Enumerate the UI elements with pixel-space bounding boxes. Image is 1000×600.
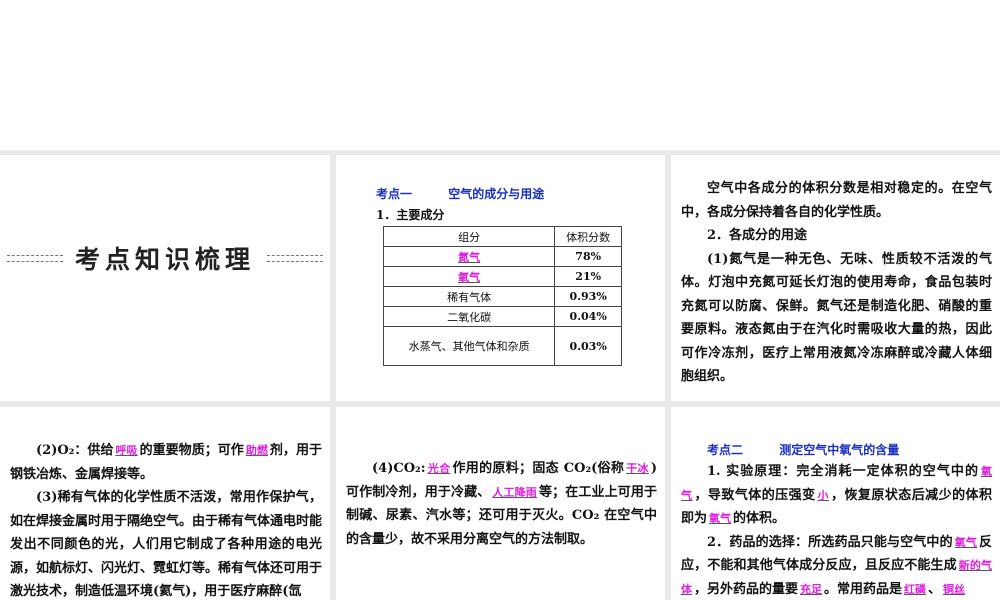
fill-blank-answer: 氧气 [954, 535, 977, 549]
paragraph: 2．各成分的用途 [681, 224, 992, 248]
cell-component: 水蒸气、其他气体和杂质 [382, 326, 556, 366]
cell-component: 氮气 [382, 246, 556, 267]
text-run: 、 [928, 581, 942, 597]
paragraph: 1. 实验原理：完全消耗一定体积的空气中的 氧气 ，导致气体的压强变小，恢复原状态后… [681, 460, 992, 531]
paragraph: 空气中各成分的体积分数是相对稳定的。在空气中，各成分保持着各自的化学性质。 [681, 177, 992, 224]
paragraph: (3)稀有气体的化学性质不活泼，常用作保护气，如在焊接金属时用于隔绝空气。由于稀… [10, 486, 322, 600]
section-title: 考点知识梳理 [74, 245, 255, 274]
table-row: 二氧化碳 0.04% [382, 306, 622, 327]
slide-co2-uses[interactable]: (4)CO₂: 光合 作用的原料；固态 CO₂(俗称 干冰)可作制冷剂，用于冷藏、 人工… [336, 407, 665, 600]
topic-label: 考点二 [707, 443, 744, 457]
text-run: ，另外药品的量要 [694, 581, 799, 597]
topic-title: 空气的成分与用途 [448, 187, 545, 201]
fill-blank-answer: 铜丝 [943, 582, 966, 596]
cell-volume-fraction: 0.03% [554, 326, 622, 366]
fill-blank-answer: 人工降雨 [492, 485, 537, 499]
fill-blank-answer: 干冰 [626, 462, 649, 475]
slide-oxygen-uses[interactable]: (2)O₂：供给 呼吸 的重要物质；可作 助燃 剂，用于钢铁冶炼、金属焊接等。 (3)稀有… [0, 407, 330, 600]
component-name: 二氧化碳 [447, 310, 492, 324]
slide-uses[interactable]: 空气中各成分的体积分数是相对稳定的。在空气中，各成分保持着各自的化学性质。 2．各… [671, 155, 1000, 401]
table-row: 稀有气体 0.93% [382, 286, 622, 307]
text-run: (3)稀有气体的化学性质不活泼，常用作保护气，如在焊接金属时用于隔绝空气。由于稀… [10, 490, 323, 599]
text-run: 的重要物质；可作 [139, 443, 244, 458]
table-header-row: 组分 体积分数 [382, 226, 622, 247]
slide-topic2[interactable]: 考点二 测定空气中氧气的含量 1. 实验原理：完全消耗一定体积的空气中的 氧气 ，导… [671, 407, 1000, 600]
text-run: 2．药品的选择：所选药品只能与空气中的 [707, 534, 953, 550]
paragraph: (4)CO₂: 光合 作用的原料；固态 CO₂(俗称 干冰)可作制冷剂，用于冷藏、 人工… [346, 457, 657, 551]
dashed-divider-right [267, 254, 323, 262]
cell-component: 稀有气体 [382, 286, 556, 307]
fill-blank-answer: 光合 [427, 462, 451, 475]
dashed-divider-left [6, 254, 63, 262]
composition-table: 组分 体积分数 氮气 78% 氧气 21% 稀有气体 0.93% 二氧化碳 0.04% 水蒸气、… [382, 226, 622, 366]
cell-volume-fraction: 0.04% [554, 306, 622, 327]
fill-blank-answer: 助燃 [245, 444, 268, 457]
fill-blank-answer: 氧气 [458, 270, 481, 284]
cell-component: 二氧化碳 [382, 306, 556, 327]
topic-heading: 考点二 测定空气中氧气的含量 [681, 441, 992, 458]
text-run: (1)氮气是一种无色、无味、性质较不活泼的气体。灯泡中充氮可延长灯泡的使用寿命，… [681, 251, 992, 385]
subheading: 1．主要成分 [376, 208, 445, 222]
cell-volume-fraction: 78% [554, 246, 622, 267]
fill-blank-answer: 氧气 [709, 512, 732, 525]
topic-heading: 考点一 空气的成分与用途 [376, 185, 544, 202]
text-run: 2．各成分的用途 [707, 228, 808, 243]
fill-blank-answer: 红磷 [904, 582, 927, 596]
paragraph: (2)O₂：供给 呼吸 的重要物质；可作 助燃 剂，用于钢铁冶炼、金属焊接等。 [10, 439, 322, 486]
header-component: 组分 [382, 226, 556, 247]
component-name: 水蒸气、其他气体和杂质 [408, 339, 530, 353]
text-run: 。常用药品是 [824, 581, 903, 597]
topic-title: 测定空气中氧气的含量 [779, 443, 900, 457]
slide-topic1-table[interactable]: 考点一 空气的成分与用途 1．主要成分 组分 体积分数 氮气 78% 氧气 21% 稀有… [336, 155, 665, 401]
fill-blank-answer: 呼吸 [115, 444, 138, 457]
fill-blank-answer: 小 [817, 488, 829, 502]
table-row: 氮气 78% [382, 246, 622, 267]
fill-blank-answer: 充足 [800, 582, 823, 596]
text-run: (4)CO₂: [372, 461, 426, 476]
text-run: 1. 实验原理：完全消耗一定体积的空气中的 [707, 464, 979, 479]
text-run: ，导致气体的压强变 [694, 487, 816, 503]
table-row: 氧气 21% [382, 266, 622, 287]
text-run: (2)O₂：供给 [36, 443, 114, 458]
slide-section-title[interactable]: 考点知识梳理 [0, 155, 330, 401]
text-run: 作用的原料；固态 CO₂(俗称 [452, 461, 625, 476]
component-name: 稀有气体 [447, 290, 492, 304]
paragraph: (1)氮气是一种无色、无味、性质较不活泼的气体。灯泡中充氮可延长灯泡的使用寿命，… [681, 248, 992, 389]
topic-label: 考点一 [376, 187, 413, 201]
table-row: 水蒸气、其他气体和杂质 0.03% [382, 326, 622, 366]
header-volume-fraction: 体积分数 [554, 226, 622, 247]
cell-component: 氧气 [382, 266, 556, 287]
fill-blank-answer: 氮气 [458, 250, 481, 264]
text-run: 的体积。 [733, 511, 786, 526]
cell-volume-fraction: 0.93% [554, 286, 622, 307]
cell-volume-fraction: 21% [554, 266, 622, 287]
text-run: 空气中各成分的体积分数是相对稳定的。在空气中，各成分保持着各自的化学性质。 [681, 181, 992, 220]
paragraph: 2．药品的选择：所选药品只能与空气中的 氧气 反应，不能和其他气体成分反应，且反应不… [681, 531, 992, 600]
